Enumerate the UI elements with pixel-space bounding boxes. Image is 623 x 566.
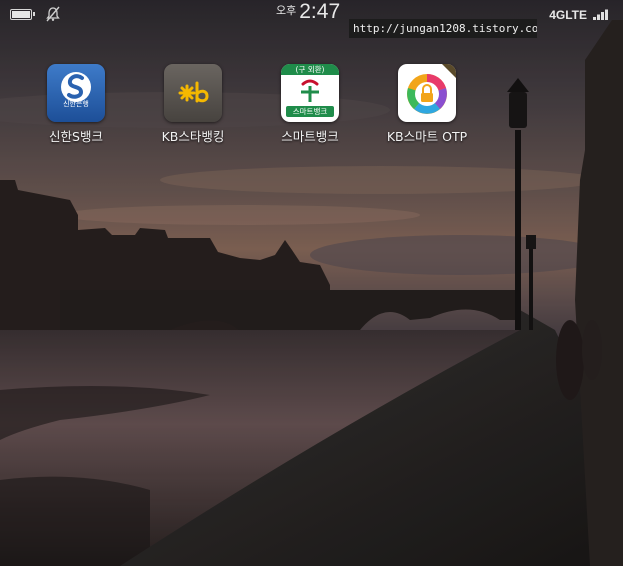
kb-star-logo [178,81,209,103]
clock-ampm: 오후 [276,4,297,17]
clock-time: 2:47 [299,0,341,23]
app-shinhan-s-bank[interactable]: 신한은행 신한S뱅크 [21,64,131,145]
network-type: 4GLTE [549,8,587,22]
app-label: 신한S뱅크 [49,129,103,144]
blog-url-watermark: http://jungan1208.tistory.com [349,19,537,38]
home-screen: 오후 2:47 4GLTE http://jungan1208.tistory.c… [0,0,623,566]
battery-icon [10,9,35,20]
hana-smartbank-icon[interactable]: (구 외환) 스마트뱅크 [281,64,339,122]
kb-star-icon[interactable] [164,64,222,122]
app-label: KB스마트 OTP [386,129,468,144]
signal-strength-icon [593,9,608,20]
app-smart-bank[interactable]: (구 외환) 스마트뱅크 스마트뱅크 [255,64,365,145]
kb-otp-logo [407,64,456,114]
shinhan-bank-badge: 신한은행 [63,100,89,108]
app-label: 스마트뱅크 [281,129,339,144]
shinhan-s-icon[interactable]: 신한은행 [47,64,105,122]
kb-otp-lock-icon[interactable] [398,64,456,122]
smartbank-badge: 스마트뱅크 [286,106,334,117]
app-kb-star-banking[interactable]: KB스타뱅킹 [138,64,248,145]
notification-muted-icon [46,6,60,22]
clock: 오후 2:47 [276,0,340,24]
app-kb-smart-otp[interactable]: KB스마트 OTP [372,64,482,145]
shinhan-s-logo [61,72,91,102]
app-label: KB스타뱅킹 [161,129,225,144]
